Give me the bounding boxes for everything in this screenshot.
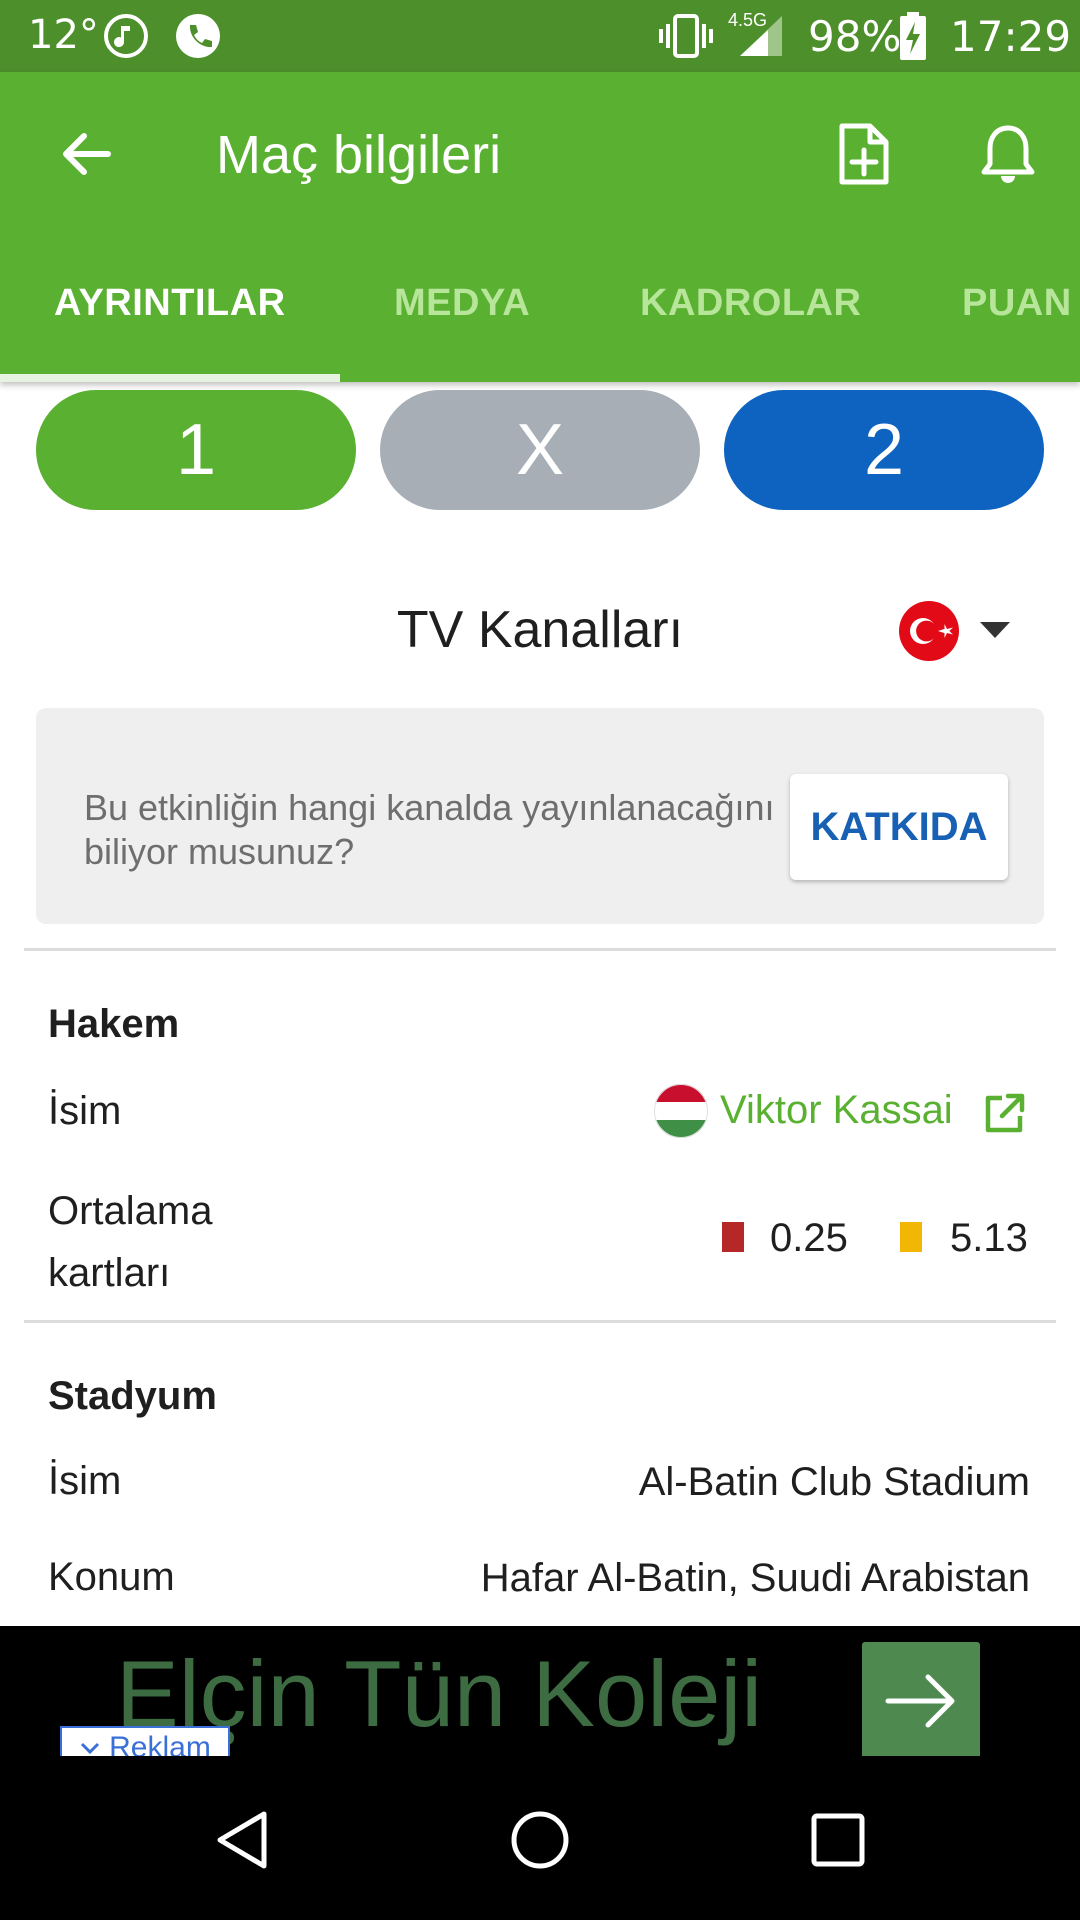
average-cards-label: Ortalama kartları	[48, 1189, 213, 1295]
divider	[24, 1320, 1056, 1323]
stadium-section-title: Stadyum	[48, 1374, 217, 1418]
bell-icon[interactable]	[978, 122, 1038, 186]
country-selector[interactable]	[898, 598, 1010, 662]
odds-home-button[interactable]: 1	[36, 390, 356, 510]
app-bar: Maç bilgileri AYRINTILAR MEDYA KADROLAR …	[0, 72, 1080, 382]
external-link-icon[interactable]	[982, 1092, 1026, 1136]
navigation-bar	[0, 1756, 1080, 1920]
referee-name-label: İsim	[48, 1089, 122, 1133]
back-arrow-icon[interactable]	[58, 126, 114, 182]
ad-banner[interactable]: Elçin Tün Koleji Reklam	[0, 1626, 1080, 1756]
arrow-right-icon	[885, 1674, 955, 1728]
referee-section-title: Hakem	[48, 1002, 180, 1046]
divider	[24, 948, 1056, 951]
clock: 17:29	[950, 12, 1072, 61]
yellow-card-icon	[900, 1222, 922, 1252]
red-card-icon	[722, 1222, 744, 1252]
ad-badge[interactable]: Reklam	[60, 1726, 230, 1756]
battery-charging-icon	[900, 12, 926, 60]
stadium-location-value: Hafar Al-Batin, Suudi Arabistan	[480, 1556, 1030, 1600]
tab-standings[interactable]: PUAN	[962, 282, 1072, 325]
tab-lineups[interactable]: KADROLAR	[640, 282, 861, 325]
stadium-name-label: İsim	[48, 1459, 122, 1503]
tab-indicator	[0, 374, 340, 382]
weather-temperature: 12°	[28, 12, 99, 58]
referee-name-link[interactable]: Viktor Kassai	[720, 1088, 953, 1133]
status-bar: 12° 4.5G 98% 17:29	[0, 0, 1080, 72]
add-document-icon[interactable]	[836, 122, 892, 186]
turkey-flag-icon	[899, 601, 959, 661]
chevron-down-icon	[81, 1742, 100, 1755]
hungary-flag-icon	[654, 1084, 708, 1138]
tab-details[interactable]: AYRINTILAR	[54, 282, 286, 325]
odds-draw-button[interactable]: X	[380, 390, 700, 510]
tab-media[interactable]: MEDYA	[394, 282, 530, 325]
red-cards-average: 0.25	[770, 1216, 848, 1260]
signal-icon	[740, 16, 782, 56]
tv-contribute-card: Bu etkinliğin hangi kanalda yayınlanacağ…	[36, 708, 1044, 924]
referee-link[interactable]: Viktor Kassai	[654, 1084, 1034, 1140]
phone-icon	[176, 14, 220, 58]
back-nav-icon[interactable]	[212, 1808, 272, 1872]
music-note-icon	[104, 14, 148, 58]
stadium-location-label: Konum	[48, 1555, 175, 1599]
ad-badge-label: Reklam	[109, 1731, 211, 1756]
vibrate-icon	[659, 14, 713, 58]
contribute-button[interactable]: KATKIDA	[790, 774, 1008, 880]
ad-arrow-button[interactable]	[862, 1642, 980, 1756]
tv-contribute-prompt: Bu etkinliğin hangi kanalda yayınlanacağ…	[84, 787, 775, 872]
yellow-cards-average: 5.13	[950, 1216, 1028, 1260]
page-title: Maç bilgileri	[216, 125, 502, 185]
recents-nav-icon[interactable]	[810, 1812, 866, 1868]
stadium-name-value: Al-Batin Club Stadium	[638, 1460, 1030, 1504]
home-nav-icon[interactable]	[508, 1808, 572, 1872]
odds-away-button[interactable]: 2	[724, 390, 1044, 510]
battery-percent: 98%	[808, 12, 902, 61]
dropdown-caret-icon	[980, 622, 1010, 638]
